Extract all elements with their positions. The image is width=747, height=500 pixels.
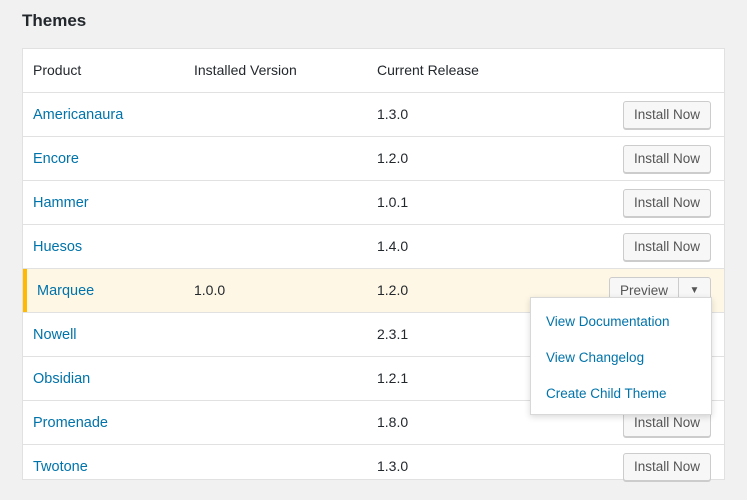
product-link-hammer[interactable]: Hammer xyxy=(33,195,89,211)
table-row: Twotone 1.3.0 Install Now xyxy=(23,445,724,489)
install-now-button[interactable]: Install Now xyxy=(622,233,711,261)
product-link-encore[interactable]: Encore xyxy=(33,151,79,167)
actions-dropdown-menu: View Documentation View Changelog Create… xyxy=(530,297,712,415)
product-link-obsidian[interactable]: Obsidian xyxy=(33,371,90,387)
current-release: 1.2.1 xyxy=(377,370,409,386)
table-row: Encore 1.2.0 Install Now xyxy=(23,137,724,181)
table-header: Product Installed Version Current Releas… xyxy=(23,49,724,93)
menu-item-view-changelog[interactable]: View Changelog xyxy=(546,350,644,365)
current-release: 1.4.0 xyxy=(377,238,409,254)
current-release: 1.2.0 xyxy=(377,150,409,166)
product-link-americanaura[interactable]: Americanaura xyxy=(33,107,123,123)
current-release: 1.3.0 xyxy=(377,458,409,474)
caret-down-icon: ▼ xyxy=(689,285,700,296)
installed-version: 1.0.0 xyxy=(194,282,226,298)
install-now-button[interactable]: Install Now xyxy=(622,101,711,129)
product-link-twotone[interactable]: Twotone xyxy=(33,459,88,475)
themes-table: Product Installed Version Current Releas… xyxy=(22,48,725,481)
product-link-nowell[interactable]: Nowell xyxy=(33,327,77,343)
menu-item-view-documentation[interactable]: View Documentation xyxy=(546,314,670,329)
menu-item-create-child-theme[interactable]: Create Child Theme xyxy=(546,386,667,401)
install-now-button[interactable]: Install Now xyxy=(622,145,711,173)
current-release: 1.2.0 xyxy=(377,282,409,298)
current-release: 1.3.0 xyxy=(377,106,409,122)
product-link-promenade[interactable]: Promenade xyxy=(33,415,108,431)
product-link-huesos[interactable]: Huesos xyxy=(33,239,82,255)
current-release: 1.0.1 xyxy=(377,194,409,210)
table-row: Hammer 1.0.1 Install Now xyxy=(23,181,724,225)
column-header-product: Product xyxy=(33,62,82,78)
product-link-marquee[interactable]: Marquee xyxy=(37,283,94,299)
current-release: 2.3.1 xyxy=(377,326,409,342)
table-row: Americanaura 1.3.0 Install Now xyxy=(23,93,724,137)
current-release: 1.8.0 xyxy=(377,414,409,430)
page-title: Themes xyxy=(22,11,87,30)
table-row: Huesos 1.4.0 Install Now xyxy=(23,225,724,269)
column-header-current-release: Current Release xyxy=(377,62,479,78)
install-now-button[interactable]: Install Now xyxy=(622,189,711,217)
install-now-button[interactable]: Install Now xyxy=(622,453,711,481)
column-header-installed-version: Installed Version xyxy=(194,62,297,78)
